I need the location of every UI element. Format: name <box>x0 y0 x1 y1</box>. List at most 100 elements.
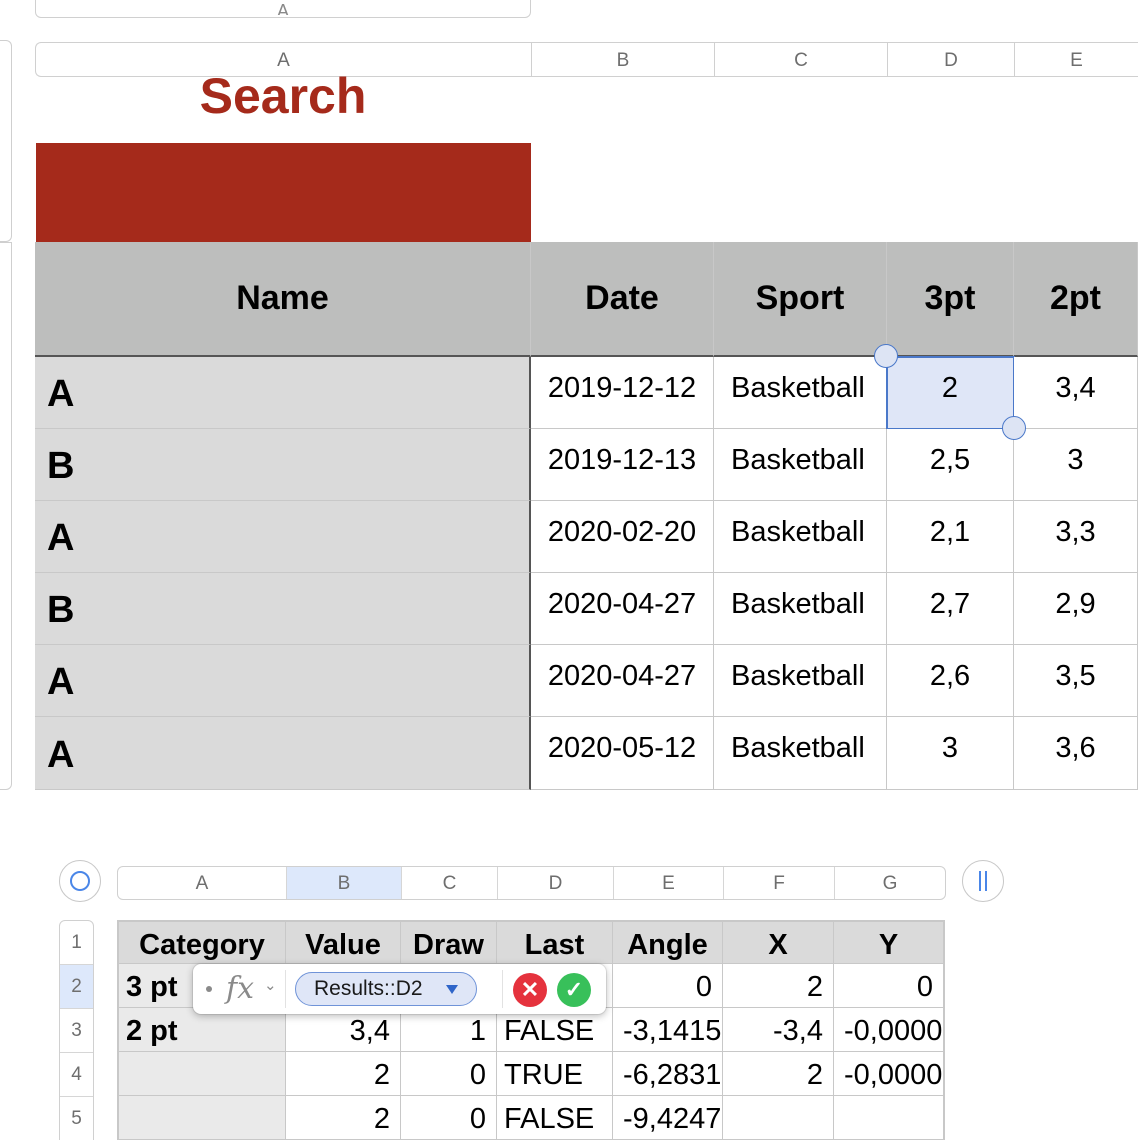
cell-date[interactable]: 2020-04-27 <box>531 573 714 645</box>
column-header-g[interactable]: G <box>835 867 945 899</box>
column-header-d[interactable]: D <box>498 867 614 899</box>
cell-sport[interactable]: Basketball <box>714 357 887 429</box>
row-header-1[interactable]: 1 <box>60 921 93 965</box>
column-header-c[interactable]: C <box>714 42 887 77</box>
header-angle[interactable]: Angle <box>613 920 723 964</box>
cell-date[interactable]: 2019-12-13 <box>531 429 714 501</box>
cell-x[interactable] <box>723 1096 834 1140</box>
table-select-button[interactable] <box>59 860 101 902</box>
cell-value[interactable]: 3,4 <box>286 1008 401 1052</box>
dropdown-triangle-icon[interactable] <box>446 985 458 994</box>
header-date[interactable]: Date <box>531 242 714 357</box>
cell-name[interactable]: A <box>35 645 531 717</box>
column-header-e[interactable]: E <box>614 867 724 899</box>
cancel-formula-button[interactable]: ✕ <box>513 973 547 1007</box>
cell-angle[interactable]: -6,2831 <box>613 1052 723 1096</box>
selection-handle-top-left[interactable] <box>874 344 898 368</box>
cell-date[interactable]: 2020-02-20 <box>531 501 714 573</box>
cell-date[interactable]: 2020-04-27 <box>531 645 714 717</box>
column-header-e[interactable]: E <box>1014 42 1138 77</box>
cell-2pt[interactable]: 2,9 <box>1014 573 1138 645</box>
cell-last[interactable]: FALSE <box>497 1096 613 1140</box>
column-header-a[interactable]: A <box>118 867 287 899</box>
row-header-3[interactable]: 3 <box>60 1009 93 1053</box>
cell-sport[interactable]: Basketball <box>714 429 887 501</box>
cell-x[interactable]: 2 <box>723 964 834 1008</box>
cell-name[interactable]: B <box>35 429 531 501</box>
cell-category[interactable] <box>117 1096 286 1140</box>
header-draw[interactable]: Draw <box>401 920 497 964</box>
header-x[interactable]: X <box>723 920 834 964</box>
cell-x[interactable]: 2 <box>723 1052 834 1096</box>
column-header-b[interactable]: B <box>531 42 714 77</box>
header-y[interactable]: Y <box>834 920 945 964</box>
cell-2pt[interactable]: 3,3 <box>1014 501 1138 573</box>
cell-reference-token[interactable]: Results::D2 <box>295 972 477 1006</box>
cell-y[interactable]: -0,0000 <box>834 1052 945 1096</box>
cell-category[interactable] <box>117 1052 286 1096</box>
cell-date[interactable]: 2019-12-12 <box>531 357 714 429</box>
cell-y[interactable]: 0 <box>834 964 945 1008</box>
cell-angle[interactable]: -3,1415 <box>613 1008 723 1052</box>
header-3pt[interactable]: 3pt <box>887 242 1014 357</box>
cell-value[interactable]: 2 <box>286 1052 401 1096</box>
header-sport[interactable]: Sport <box>714 242 887 357</box>
header-value[interactable]: Value <box>286 920 401 964</box>
top-table-column-header[interactable]: A <box>35 0 531 18</box>
column-header-f[interactable]: F <box>724 867 835 899</box>
cell-name[interactable]: A <box>35 357 531 429</box>
cell-x[interactable]: -3,4 <box>723 1008 834 1052</box>
cell-3pt[interactable]: 2,1 <box>887 501 1014 573</box>
column-header-c[interactable]: C <box>402 867 498 899</box>
table-title[interactable]: Search <box>35 66 531 126</box>
cell-sport[interactable]: Basketball <box>714 573 887 645</box>
cell-date[interactable]: 2020-05-12 <box>531 717 714 790</box>
cell-name[interactable]: A <box>35 501 531 573</box>
cell-sport[interactable]: Basketball <box>714 645 887 717</box>
cell-category[interactable]: 2 pt <box>117 1008 286 1052</box>
cell-2pt[interactable]: 3,4 <box>1014 357 1138 429</box>
cell-3pt-selected[interactable]: 2 <box>886 356 1015 430</box>
cell-3pt[interactable]: 2,6 <box>887 645 1014 717</box>
formula-editor[interactable]: fx ⌄ Results::D2 ✕ ✓ <box>193 964 606 1014</box>
cell-2pt[interactable]: 3,6 <box>1014 717 1138 790</box>
banner-block[interactable] <box>36 143 531 242</box>
cell-y[interactable]: -0,0000 <box>834 1008 945 1052</box>
header-2pt[interactable]: 2pt <box>1014 242 1138 357</box>
cell-sport[interactable]: Basketball <box>714 717 887 790</box>
cell-y[interactable] <box>834 1096 945 1140</box>
selection-handle-bottom-right[interactable] <box>1002 416 1026 440</box>
cell-last[interactable]: FALSE <box>497 1008 613 1052</box>
cell-sport[interactable]: Basketball <box>714 501 887 573</box>
header-category[interactable]: Category <box>117 920 286 964</box>
header-name[interactable]: Name <box>35 242 531 357</box>
cell-2pt[interactable]: 3,5 <box>1014 645 1138 717</box>
row-header-5[interactable]: 5 <box>60 1097 93 1140</box>
drag-handle-icon[interactable] <box>206 986 212 992</box>
cell-name[interactable]: B <box>35 573 531 645</box>
cell-angle[interactable]: 0 <box>613 964 723 1008</box>
cell-draw[interactable]: 1 <box>401 1008 497 1052</box>
divider <box>502 970 503 1008</box>
column-header-b[interactable]: B <box>287 867 402 899</box>
cell-angle[interactable]: -9,4247 <box>613 1096 723 1140</box>
row-header-4[interactable]: 4 <box>60 1053 93 1097</box>
column-header-d[interactable]: D <box>887 42 1014 77</box>
cell-3pt[interactable]: 2,5 <box>887 429 1014 501</box>
cell-2pt[interactable]: 3 <box>1014 429 1138 501</box>
cell-3pt[interactable]: 3 <box>887 717 1014 790</box>
header-last[interactable]: Last <box>497 920 613 964</box>
fx-icon[interactable]: fx <box>226 972 254 1006</box>
add-column-handle[interactable] <box>962 860 1004 902</box>
table2-row-header[interactable]: 1 2 3 4 5 <box>59 920 94 1140</box>
row-header-2[interactable]: 2 <box>60 965 93 1009</box>
cell-draw[interactable]: 0 <box>401 1096 497 1140</box>
table2-column-header[interactable]: A B C D E F G <box>117 866 946 900</box>
cell-draw[interactable]: 0 <box>401 1052 497 1096</box>
cell-last[interactable]: TRUE <box>497 1052 613 1096</box>
cell-name[interactable]: A <box>35 717 531 790</box>
accept-formula-button[interactable]: ✓ <box>557 973 591 1007</box>
cell-3pt[interactable]: 2,7 <box>887 573 1014 645</box>
cell-value[interactable]: 2 <box>286 1096 401 1140</box>
chevron-down-icon[interactable]: ⌄ <box>264 976 277 994</box>
